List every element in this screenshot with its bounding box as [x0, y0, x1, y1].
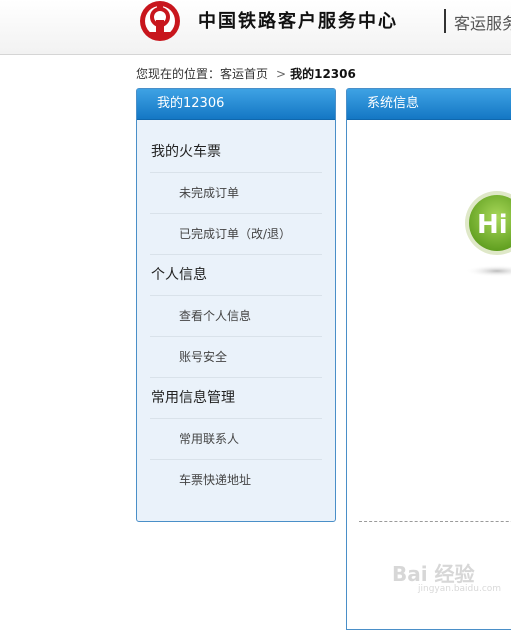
baidu-watermark-url: jingyan.baidu.com [418, 584, 502, 594]
title-divider [444, 9, 446, 33]
hi-greeting-icon: Hi! [463, 191, 511, 285]
menu-item-unfinished-orders[interactable]: 未完成订单 [150, 173, 322, 214]
site-header: 中国铁路客户服务中心 客运服务 [0, 0, 511, 55]
menu-group-personal-info[interactable]: 个人信息 [150, 255, 322, 296]
system-info-panel: 系统信息 Hi! [346, 88, 511, 630]
site-title: 中国铁路客户服务中心 [198, 11, 398, 32]
menu-item-completed-orders[interactable]: 已完成订单（改/退） [150, 214, 322, 255]
railway-logo-icon[interactable] [136, 0, 184, 44]
menu-group-my-tickets[interactable]: 我的火车票 [150, 132, 322, 173]
breadcrumb-prefix: 您现在的位置： [136, 67, 221, 81]
menu-item-contacts[interactable]: 常用联系人 [150, 419, 322, 460]
system-info-title: 系统信息 [347, 89, 511, 120]
menu-item-view-personal-info[interactable]: 查看个人信息 [150, 296, 322, 337]
breadcrumb-separator: > [276, 67, 287, 81]
side-menu: 我的火车票 未完成订单 已完成订单（改/退） 个人信息 查看个人信息 账号安全 … [150, 132, 322, 500]
breadcrumb: 您现在的位置：客运首页 > 我的12306 [136, 65, 356, 82]
site-subtitle: 客运服务 [454, 14, 511, 33]
baidu-watermark: Bai 经验 [392, 562, 475, 586]
content-divider [359, 521, 511, 522]
svg-text:Hi!: Hi! [477, 210, 511, 240]
menu-item-account-security[interactable]: 账号安全 [150, 337, 322, 378]
breadcrumb-current: 我的12306 [290, 67, 356, 81]
my-12306-menu-panel: 我的12306 我的火车票 未完成订单 已完成订单（改/退） 个人信息 查看个人… [136, 88, 336, 522]
menu-panel-title: 我的12306 [137, 89, 335, 120]
menu-item-delivery-address[interactable]: 车票快递地址 [150, 460, 322, 500]
breadcrumb-home-link[interactable]: 客运首页 [220, 67, 268, 81]
menu-group-common-info[interactable]: 常用信息管理 [150, 378, 322, 419]
